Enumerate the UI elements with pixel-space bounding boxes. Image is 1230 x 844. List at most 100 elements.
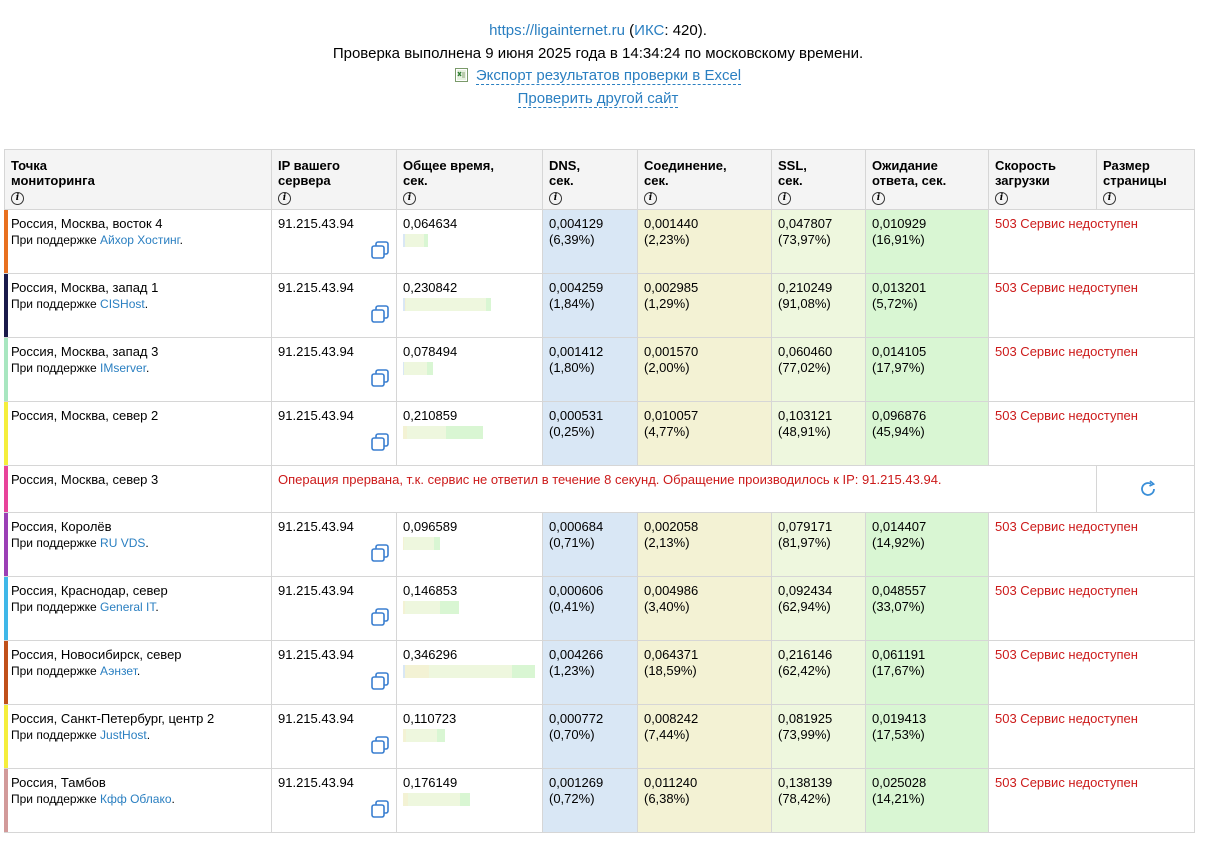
sponsor-period: . (155, 600, 159, 614)
dns-cell-percent: (1,23%) (549, 663, 595, 678)
connection-cell: 0,064371 (18,59%) (637, 640, 772, 705)
info-icon[interactable]: i (778, 192, 791, 205)
ip-content: 91.215.43.94 (272, 577, 396, 640)
ssl-cell-value: 0,138139 (778, 775, 833, 790)
sponsor-link[interactable]: RU VDS (100, 536, 145, 550)
ssl-cell-value: 0,081925 (778, 711, 833, 726)
copy-icon[interactable] (370, 799, 390, 819)
sponsor-period: . (144, 297, 149, 311)
timing-bar-wait (446, 426, 483, 439)
wait-cell-percent: (5,72%) (872, 296, 918, 311)
info-icon[interactable]: i (995, 192, 1008, 205)
info-icon[interactable]: i (403, 192, 416, 205)
status-message: 503 Сервис недоступен (995, 280, 1138, 295)
ssl-cell-percent: (73,97%) (778, 232, 831, 247)
status-cell: 503 Сервис недоступен (988, 704, 1195, 769)
ip-address: 91.215.43.94 (278, 216, 354, 231)
info-icon[interactable]: i (1103, 192, 1116, 205)
iks-link[interactable]: ИКС (634, 22, 664, 39)
dns-cell-value: 0,004259 (549, 280, 604, 295)
column-header-line1: IP вашего (278, 158, 340, 173)
dns-cell-content: 0,000772 (0,70%) (543, 705, 637, 768)
ip-cell: 91.215.43.94 (271, 337, 397, 402)
export-excel-link[interactable]: Экспорт результатов проверки в Excel (475, 67, 742, 85)
info-icon[interactable]: i (278, 192, 291, 205)
column-header-ip: IP вашего сервера i (271, 149, 397, 210)
sponsor-line: При поддержке CISHost. (11, 296, 265, 312)
dns-cell: 0,004129 (6,39%) (542, 209, 638, 274)
info-icon[interactable]: i (644, 192, 657, 205)
site-url-link[interactable]: https://ligainternet.ru (489, 22, 625, 39)
total-time-cell: 0,146853 (396, 576, 543, 641)
ip-content: 91.215.43.94 (272, 769, 396, 832)
location-cell: Россия, Санкт-Петербург, центр 2 При подд… (4, 704, 272, 769)
total-time-cell: 0,064634 (396, 209, 543, 274)
ssl-cell: 0,138139 (78,42%) (771, 768, 866, 833)
copy-icon[interactable] (370, 304, 390, 324)
total-time-content: 0,146853 (397, 577, 542, 640)
total-time-value: 0,210859 (403, 408, 458, 423)
info-icon[interactable]: i (549, 192, 562, 205)
copy-icon[interactable] (370, 240, 390, 260)
sponsor-link[interactable]: JustHost (100, 728, 147, 742)
check-other-site-link[interactable]: Проверить другой сайт (517, 90, 679, 108)
column-header-line1: Общее время, (403, 158, 494, 173)
dns-cell-content: 0,001269 (0,72%) (543, 769, 637, 832)
copy-icon[interactable] (370, 432, 390, 452)
status-message: 503 Сервис недоступен (995, 519, 1138, 534)
location-cell: Россия, Королёв При поддержке RU VDS. (4, 512, 272, 577)
dns-cell-percent: (6,39%) (549, 232, 595, 247)
ssl-cell-value: 0,092434 (778, 583, 833, 598)
iks-colon: : (664, 22, 673, 39)
connection-cell-content: 0,001570 (2,00%) (638, 338, 771, 401)
sponsor-line: При поддержке General IT. (11, 599, 265, 615)
ssl-cell-percent: (91,08%) (778, 296, 831, 311)
sponsor-link[interactable]: Кфф Облако (100, 792, 171, 806)
ip-address: 91.215.43.94 (278, 711, 354, 726)
copy-icon[interactable] (370, 368, 390, 388)
sponsor-period: . (146, 361, 150, 375)
sponsor-period: . (171, 792, 175, 806)
dns-cell: 0,001269 (0,72%) (542, 768, 638, 833)
timing-bar-wait (440, 601, 459, 614)
column-header-dns: DNS, сек. i (542, 149, 638, 210)
timing-bar-wait (437, 729, 445, 742)
copy-icon[interactable] (370, 735, 390, 755)
copy-icon[interactable] (370, 671, 390, 691)
dns-cell-value: 0,000772 (549, 711, 604, 726)
copy-icon[interactable] (370, 543, 390, 563)
location-name: Россия, Королёв (11, 519, 112, 534)
total-time-value: 0,146853 (403, 583, 458, 598)
location-content: Россия, Москва, север 2 (5, 402, 271, 465)
ssl-cell-percent: (78,42%) (778, 791, 831, 806)
dns-cell: 0,004259 (1,84%) (542, 273, 638, 338)
sponsor-link[interactable]: CISHost (100, 297, 145, 311)
column-header-line2: ответа, сек. (872, 173, 947, 188)
info-icon[interactable]: i (11, 192, 24, 205)
location-content: Россия, Санкт-Петербург, центр 2 При подд… (5, 705, 271, 768)
timing-bar-wait (423, 234, 428, 247)
column-header-line1: Точка (11, 158, 48, 173)
sponsor-link[interactable]: Аэнзет (100, 664, 137, 678)
copy-icon[interactable] (370, 607, 390, 627)
ip-address: 91.215.43.94 (278, 280, 354, 295)
column-header-line1: Скорость (995, 158, 1056, 173)
info-icon[interactable]: i (872, 192, 885, 205)
sponsor-prefix: При поддержке (11, 792, 97, 806)
column-header-line2: сервера (278, 173, 331, 188)
column-header-line2: сек. (549, 173, 574, 188)
connection-cell-content: 0,004986 (3,40%) (638, 577, 771, 640)
table-row: Россия, Москва, запад 3 При поддержке IMs… (4, 337, 1195, 402)
ip-cell: 91.215.43.94 (271, 768, 397, 833)
sponsor-link[interactable]: General IT (100, 600, 155, 614)
timing-bar-ssl (407, 793, 461, 806)
refresh-icon[interactable] (1137, 478, 1159, 500)
connection-cell: 0,008242 (7,44%) (637, 704, 772, 769)
sponsor-link[interactable]: Айхор Хостинг (100, 233, 180, 247)
error-cell: Операция прервана, т.к. сервис не ответи… (271, 465, 1097, 513)
connection-cell-value: 0,001440 (644, 216, 699, 231)
ssl-cell: 0,060460 (77,02%) (771, 337, 866, 402)
sponsor-link[interactable]: IMserver (100, 361, 146, 375)
dns-cell-content: 0,000684 (0,71%) (543, 513, 637, 576)
ssl-cell: 0,081925 (73,99%) (771, 704, 866, 769)
